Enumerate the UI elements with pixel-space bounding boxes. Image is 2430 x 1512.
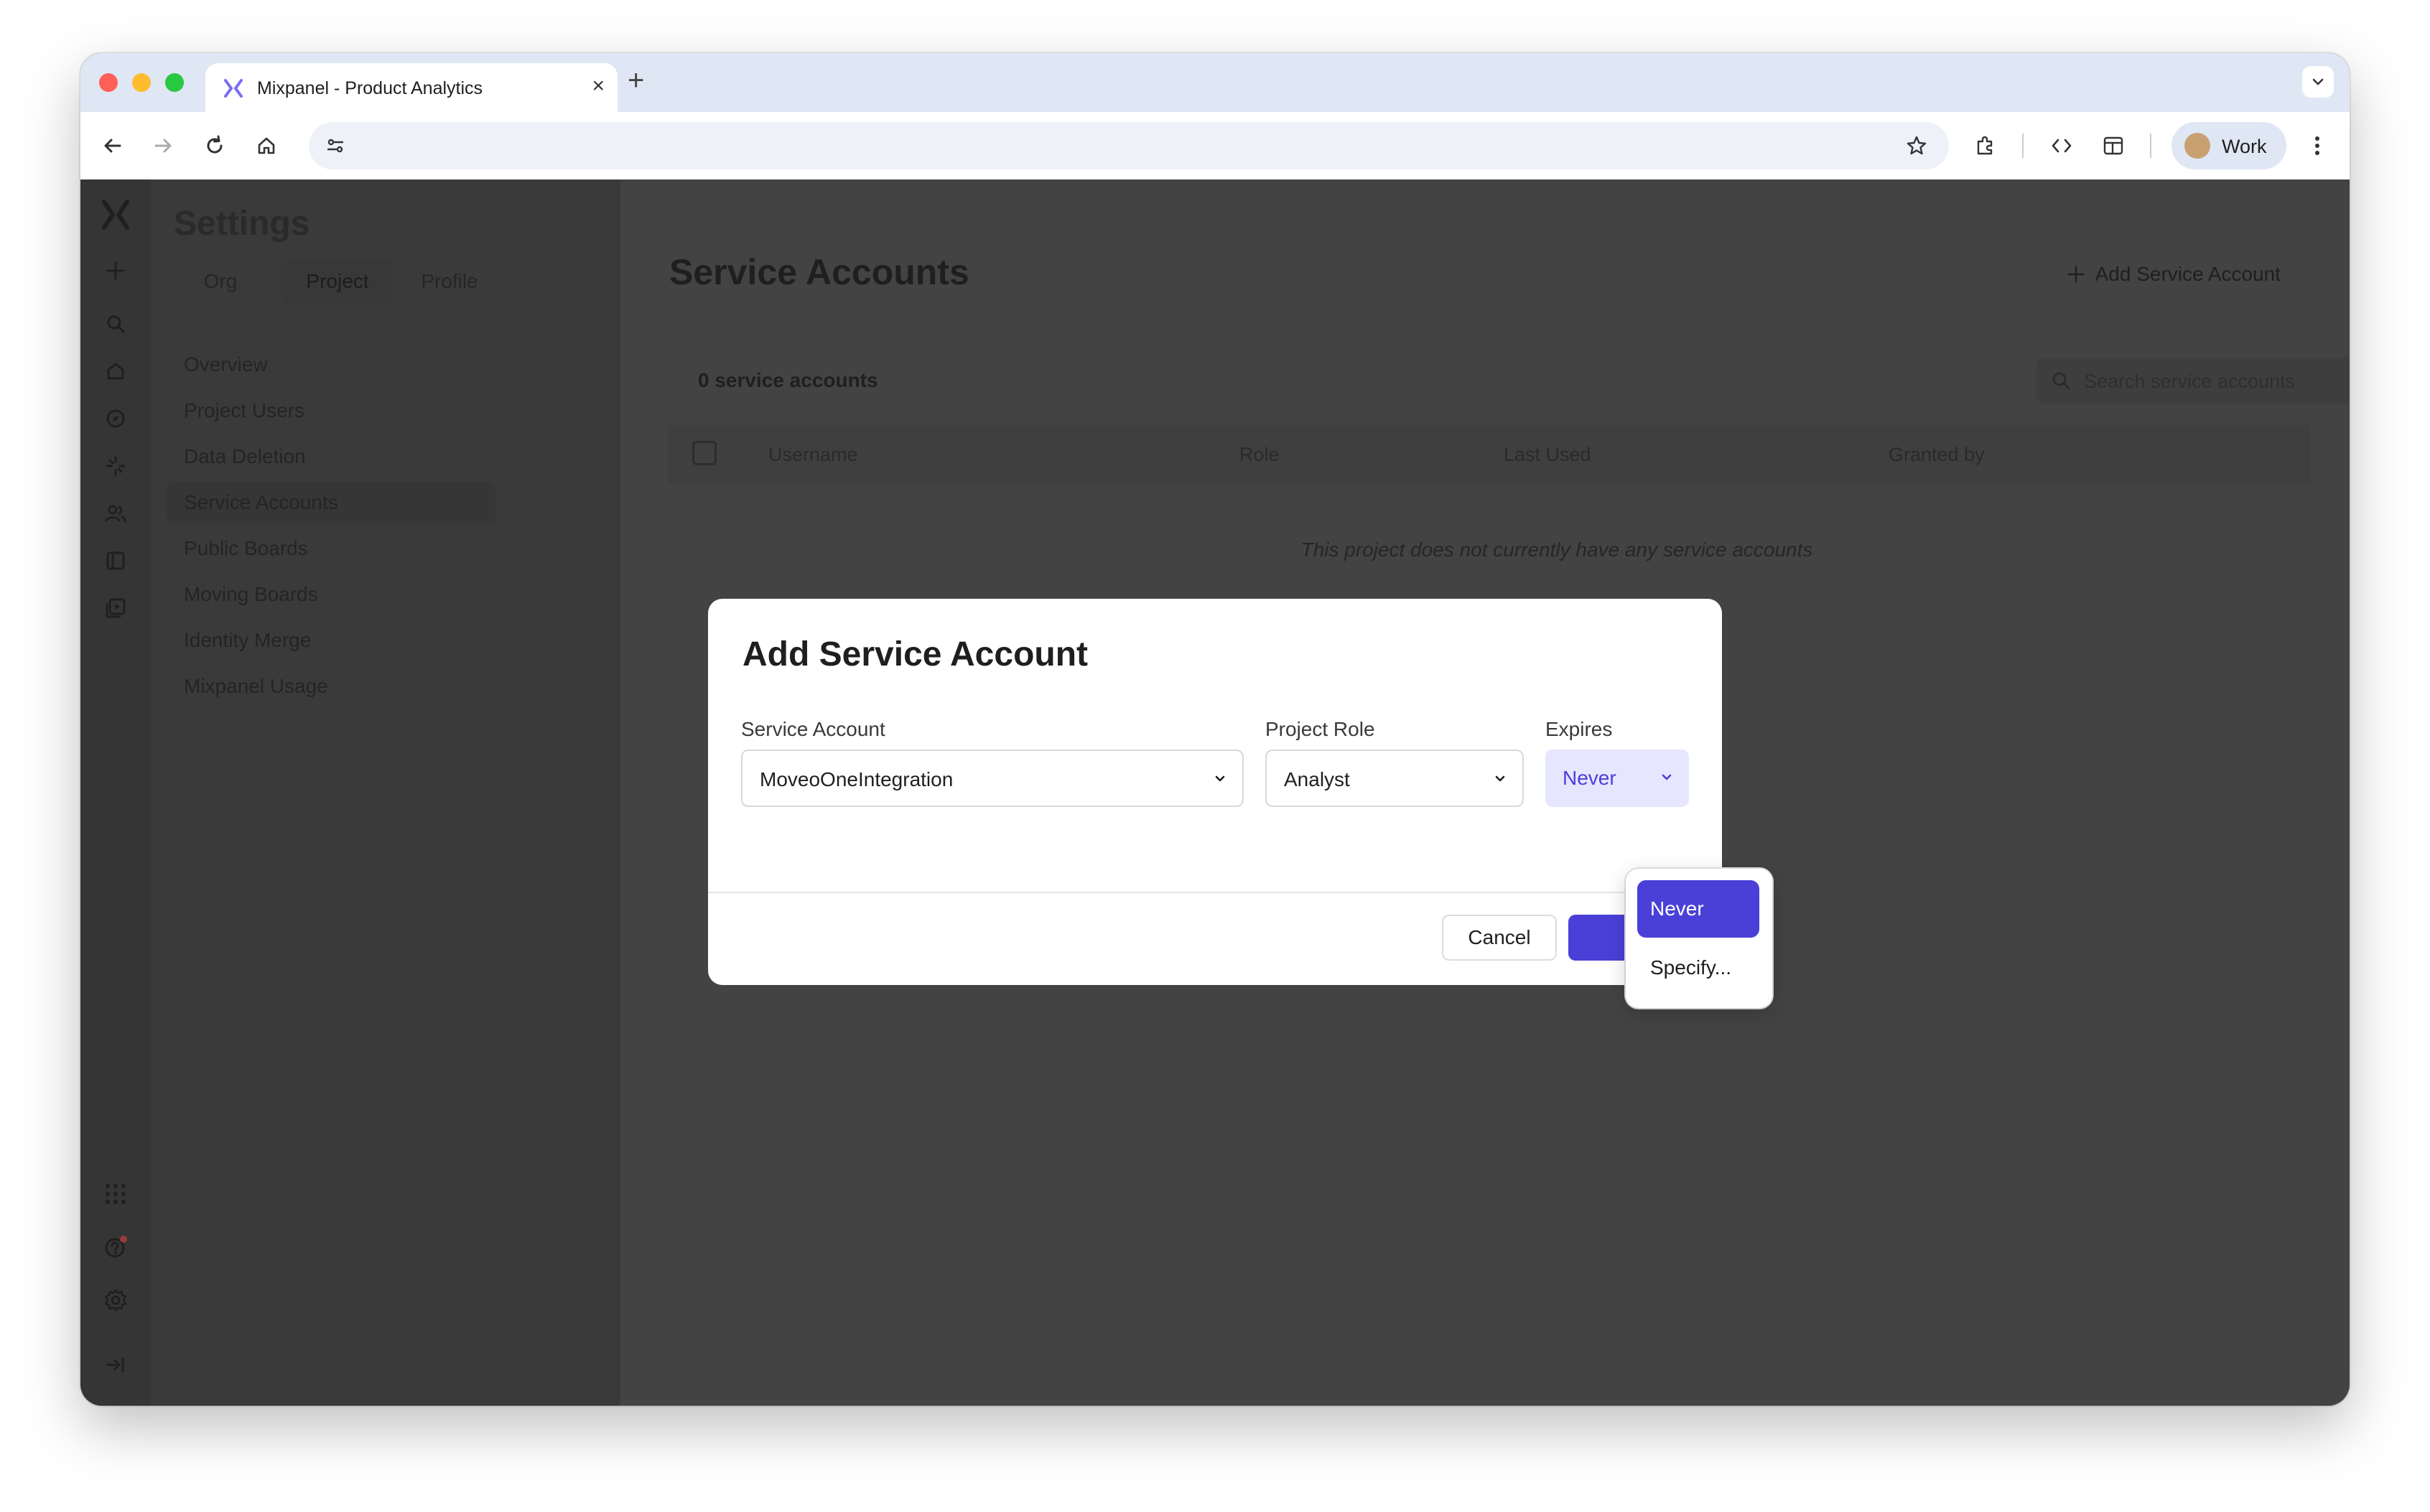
- home-icon[interactable]: [250, 129, 283, 162]
- profile-label: Work: [2222, 136, 2267, 157]
- select-all-checkbox[interactable]: [692, 441, 717, 465]
- apps-grid-icon[interactable]: [98, 1176, 134, 1212]
- minimize-window-button[interactable]: [132, 73, 151, 92]
- maximize-window-button[interactable]: [165, 73, 184, 92]
- back-icon[interactable]: [96, 129, 129, 162]
- service-account-label: Service Account: [741, 718, 885, 740]
- expires-label: Expires: [1545, 718, 1613, 740]
- help-icon[interactable]: [98, 1229, 134, 1265]
- close-window-button[interactable]: [99, 73, 118, 92]
- browser-tab[interactable]: Mixpanel - Product Analytics ×: [205, 63, 618, 112]
- empty-state-message: This project does not currently have any…: [1300, 538, 1813, 561]
- browser-window: Mixpanel - Product Analytics × + Work Se…: [80, 53, 2350, 1406]
- cancel-button[interactable]: Cancel: [1442, 915, 1557, 961]
- spark-icon[interactable]: [98, 448, 134, 484]
- modal-title: Add Service Account: [742, 635, 1089, 673]
- forward-icon[interactable]: [146, 129, 180, 162]
- close-tab-icon[interactable]: ×: [592, 75, 605, 98]
- gear-icon[interactable]: [98, 1282, 134, 1318]
- icon-rail: [80, 179, 151, 1406]
- settings-nav: Settings Org Project Profile Overview Pr…: [151, 179, 622, 1406]
- toolbar-separator: [2150, 134, 2151, 158]
- nav-item-moving-boards[interactable]: Moving Boards: [167, 574, 495, 615]
- site-settings-icon[interactable]: [319, 129, 352, 162]
- nav-item-public-boards[interactable]: Public Boards: [167, 528, 495, 569]
- nav-item-service-accounts[interactable]: Service Accounts: [167, 482, 495, 523]
- expires-select[interactable]: Never: [1545, 750, 1689, 807]
- discover-icon[interactable]: [98, 401, 134, 437]
- table-header: Username Role Last Used Granted by: [668, 425, 2311, 484]
- side-panel-icon[interactable]: [2097, 129, 2130, 162]
- tab-search-button[interactable]: [2302, 66, 2334, 98]
- add-service-account-label: Add Service Account: [2095, 263, 2281, 285]
- search-icon[interactable]: [98, 306, 134, 342]
- boards-icon[interactable]: [98, 543, 134, 579]
- add-service-account-modal: Add Service Account Service Account Move…: [708, 599, 1722, 985]
- chevron-down-icon: [2312, 78, 2324, 85]
- extensions-icon[interactable]: [1969, 129, 2002, 162]
- column-header-granted-by[interactable]: Granted by: [1889, 444, 1985, 466]
- service-account-count: 0 service accounts: [698, 369, 878, 391]
- expires-option-specify[interactable]: Specify...: [1637, 939, 1759, 997]
- nav-item-data-deletion[interactable]: Data Deletion: [167, 437, 495, 477]
- bookmark-star-icon[interactable]: [1900, 129, 1933, 162]
- expand-sidebar-icon[interactable]: [98, 1347, 134, 1383]
- session-replay-icon[interactable]: [98, 590, 134, 626]
- expires-value: Never: [1563, 767, 1616, 789]
- add-service-account-button[interactable]: Add Service Account: [2067, 263, 2281, 286]
- service-account-select[interactable]: MoveoOneIntegration: [741, 750, 1244, 807]
- code-icon[interactable]: [2045, 129, 2078, 162]
- search-box: [2036, 358, 2350, 405]
- chevron-down-icon: [1215, 775, 1225, 782]
- project-role-value: Analyst: [1284, 768, 1350, 790]
- toolbar-separator: [2022, 134, 2024, 158]
- search-icon: [2052, 372, 2070, 390]
- users-icon[interactable]: [98, 495, 134, 531]
- home-icon[interactable]: [98, 353, 134, 389]
- nav-item-mixpanel-usage[interactable]: Mixpanel Usage: [167, 666, 495, 706]
- project-role-select[interactable]: Analyst: [1265, 750, 1524, 807]
- modal-divider: [708, 892, 1722, 893]
- create-icon[interactable]: [98, 253, 134, 289]
- column-header-username[interactable]: Username: [768, 444, 858, 466]
- new-tab-icon[interactable]: +: [628, 66, 644, 95]
- service-account-value: MoveoOneIntegration: [760, 768, 954, 790]
- page-title: Service Accounts: [669, 252, 969, 292]
- search-input[interactable]: [2082, 358, 2344, 405]
- column-header-last-used[interactable]: Last Used: [1504, 444, 1591, 466]
- profile-chip[interactable]: Work: [2171, 122, 2286, 169]
- tab-bar: Mixpanel - Product Analytics × +: [80, 53, 2350, 112]
- nav-item-identity-merge[interactable]: Identity Merge: [167, 620, 495, 661]
- tab-org[interactable]: Org: [180, 258, 261, 304]
- expires-dropdown-menu: Never Specify...: [1626, 869, 1772, 1008]
- column-header-role[interactable]: Role: [1239, 444, 1280, 466]
- tab-profile[interactable]: Profile: [402, 258, 497, 304]
- reload-icon[interactable]: [198, 129, 231, 162]
- expires-option-never[interactable]: Never: [1637, 880, 1759, 938]
- mixpanel-logo-icon: [224, 79, 243, 98]
- address-bar[interactable]: [309, 122, 1949, 169]
- chevron-down-icon: [1662, 774, 1672, 780]
- plus-icon: [2067, 266, 2084, 283]
- avatar: [2184, 133, 2210, 159]
- project-role-label: Project Role: [1265, 718, 1375, 740]
- tab-project[interactable]: Project: [281, 258, 394, 304]
- tab-title: Mixpanel - Product Analytics: [257, 78, 483, 98]
- mixpanel-logo-icon[interactable]: [98, 197, 134, 233]
- more-menu-icon[interactable]: [2301, 129, 2334, 162]
- browser-toolbar: Work: [80, 112, 2350, 179]
- nav-item-overview[interactable]: Overview: [167, 345, 495, 385]
- nav-item-project-users[interactable]: Project Users: [167, 391, 495, 431]
- settings-title: Settings: [174, 205, 310, 243]
- chevron-down-icon: [1495, 775, 1505, 782]
